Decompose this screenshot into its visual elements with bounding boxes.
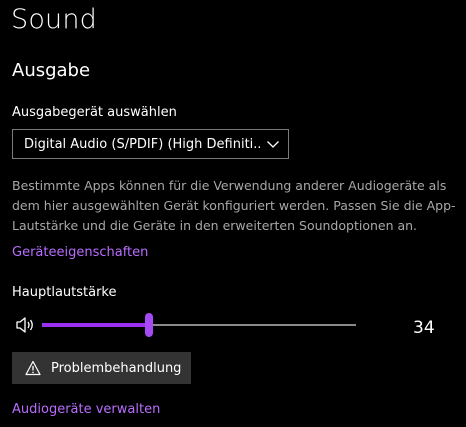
chevron-down-icon	[266, 137, 280, 151]
volume-value: 34	[413, 318, 435, 338]
warning-icon	[25, 360, 41, 376]
device-properties-link[interactable]: Geräteeigenschaften	[12, 245, 148, 260]
slider-thumb[interactable]	[145, 313, 153, 337]
troubleshoot-label: Problembehandlung	[51, 360, 182, 376]
slider-fill	[42, 323, 149, 327]
master-volume-slider[interactable]	[42, 313, 356, 337]
output-device-dropdown[interactable]: Digital Audio (S/PDIF) (High Definiti...	[12, 129, 289, 159]
output-device-label: Ausgabegerät auswählen	[12, 105, 177, 120]
speaker-icon[interactable]	[15, 316, 35, 334]
master-volume-label: Hauptlautstärke	[12, 285, 117, 300]
output-device-selected: Digital Audio (S/PDIF) (High Definiti...	[24, 136, 260, 152]
troubleshoot-button[interactable]: Problembehandlung	[12, 352, 191, 384]
manage-audio-devices-link[interactable]: Audiogeräte verwalten	[12, 402, 160, 417]
page-title: Sound	[11, 4, 98, 35]
section-title-output: Ausgabe	[12, 60, 91, 81]
output-description: Bestimmte Apps können für die Verwendung…	[12, 178, 456, 233]
